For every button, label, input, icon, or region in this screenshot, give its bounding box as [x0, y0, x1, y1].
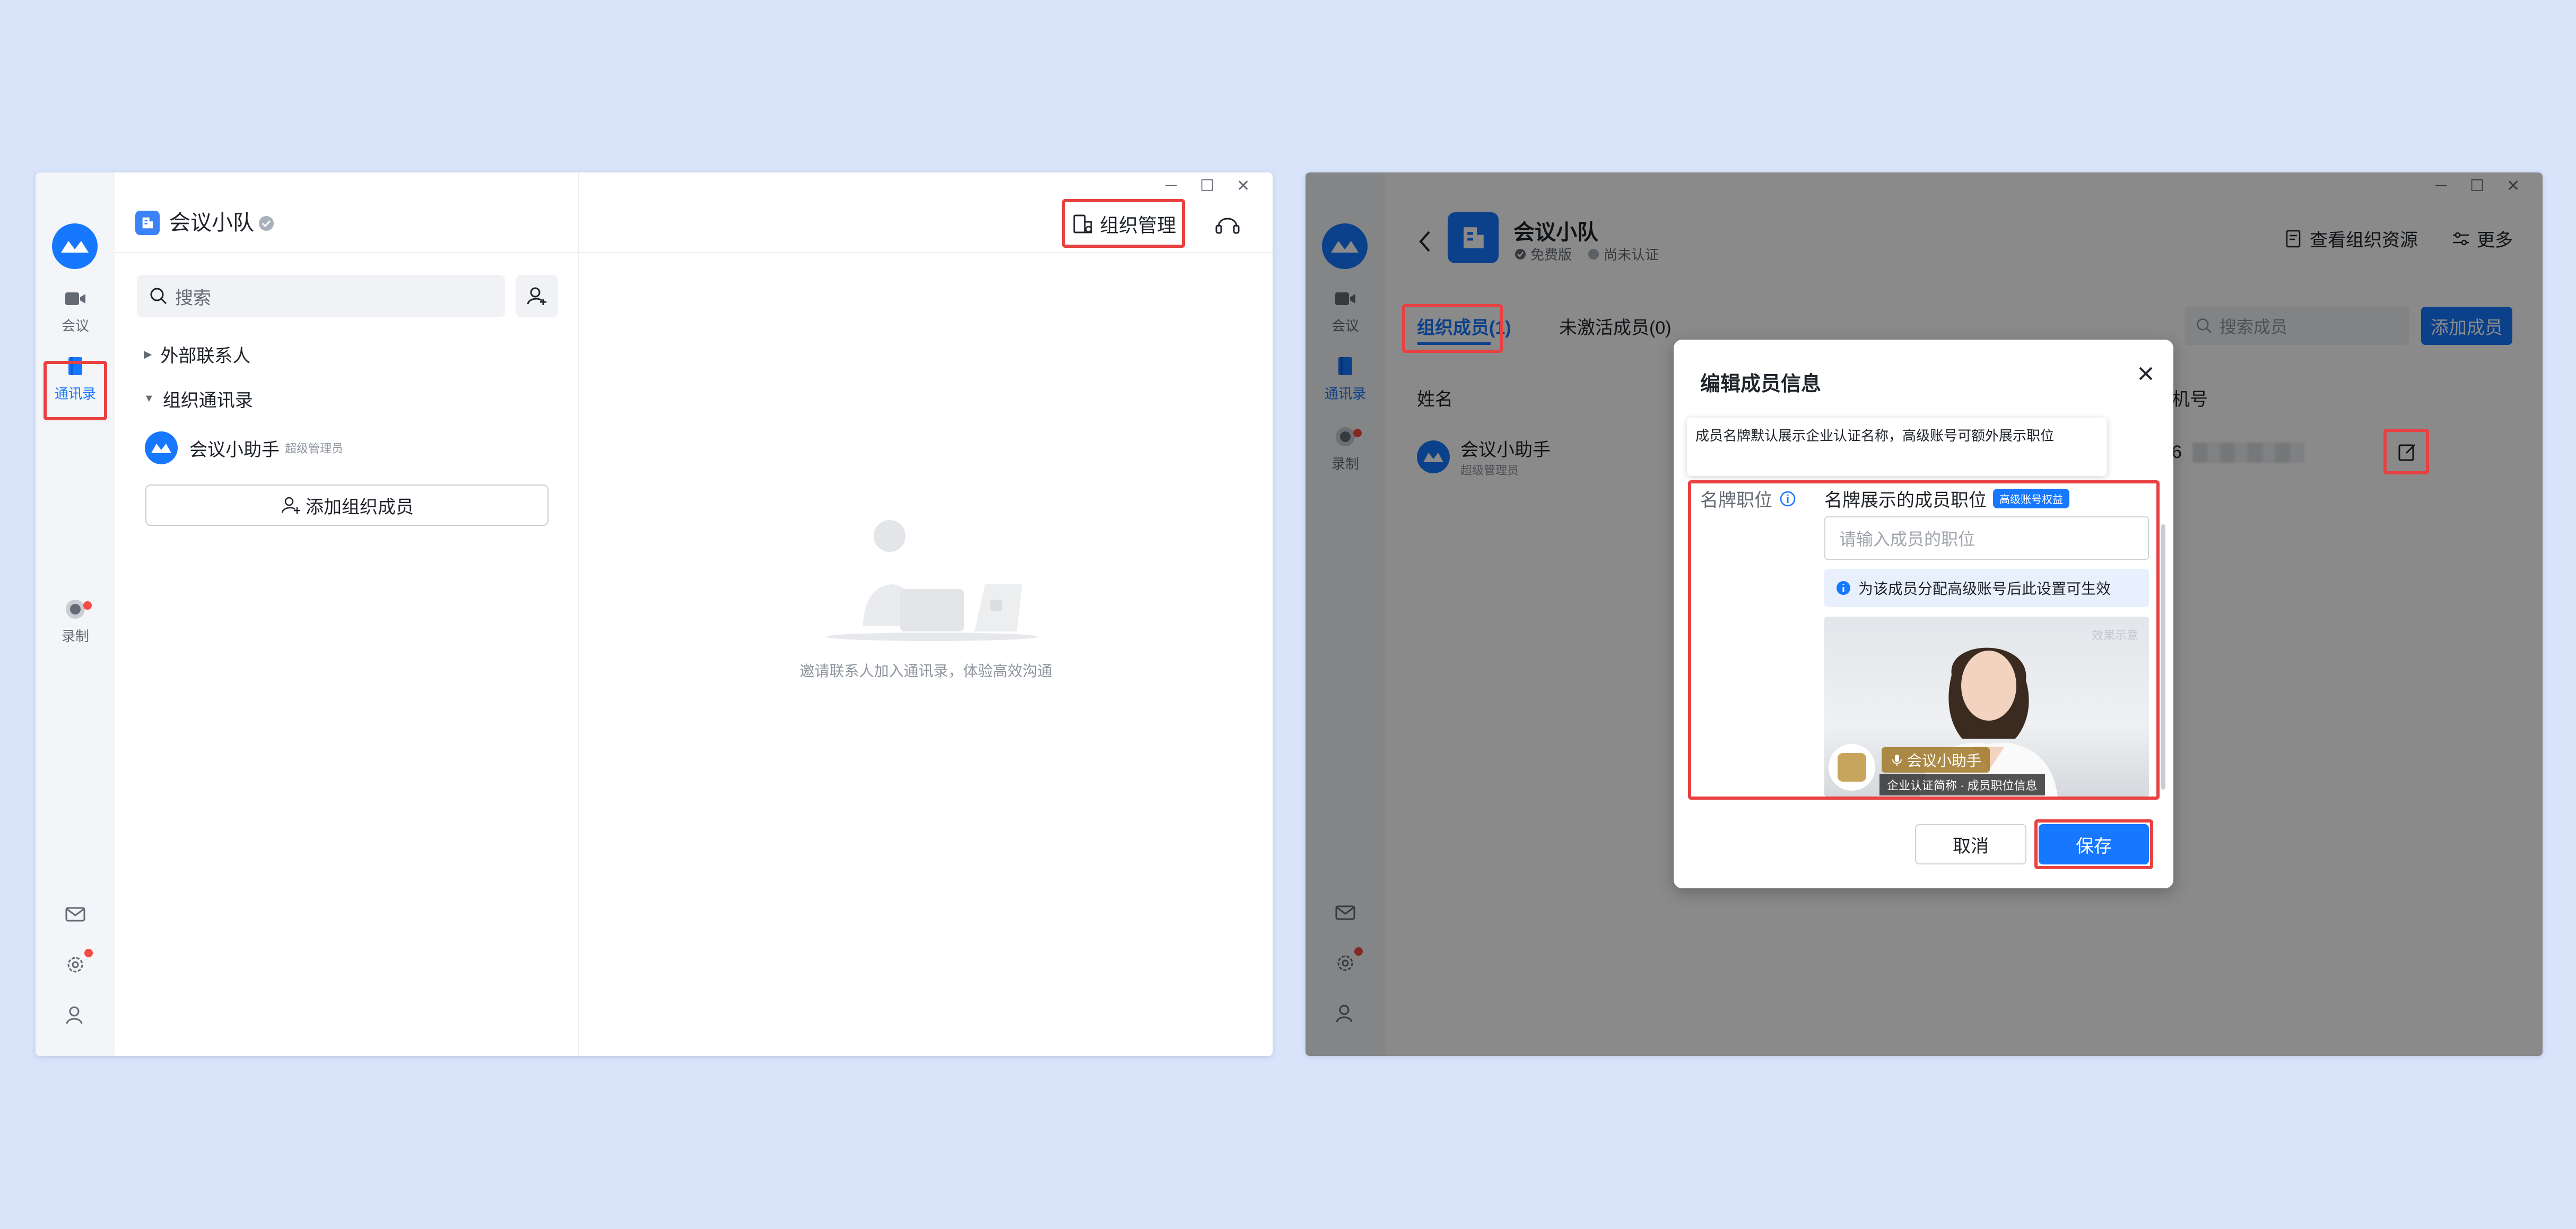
- org-badge-icon: [135, 211, 160, 235]
- info-banner-text: 为该成员分配高级账号后此设置可生效: [1858, 581, 2111, 597]
- empty-state-text: 邀请联系人加入通讯录，体验高效沟通: [799, 663, 1052, 679]
- preview-name: 会议小助手: [1907, 752, 1982, 769]
- mail-icon[interactable]: [59, 898, 91, 930]
- field-title: 名牌展示的成员职位 高级账号权益: [1824, 486, 2069, 512]
- contact-item[interactable]: 会议小助手 超级管理员: [145, 431, 343, 464]
- save-button[interactable]: 保存: [2039, 824, 2149, 864]
- info-filled-icon: [1837, 581, 1850, 595]
- notification-dot: [83, 601, 92, 610]
- add-org-member-button[interactable]: 添加组织成员: [145, 484, 549, 526]
- microphone-icon: [1892, 755, 1902, 766]
- add-contact-button[interactable]: [516, 275, 558, 317]
- position-placeholder: 请输入成员的职位: [1839, 530, 1975, 549]
- app-logo: [52, 223, 98, 269]
- info-banner: 为该成员分配高级账号后此设置可生效: [1824, 569, 2149, 607]
- add-org-member-label: 添加组织成员: [306, 497, 414, 517]
- rail-label-meeting: 会议: [61, 317, 89, 334]
- dialog-scrollbar[interactable]: [2161, 524, 2165, 790]
- rail-item-meeting[interactable]: 会议: [43, 281, 107, 340]
- add-person-icon: [527, 287, 546, 305]
- dialog-title: 编辑成员信息: [1700, 373, 1822, 395]
- minimize-icon[interactable]: ─: [1165, 177, 1177, 195]
- info-icon[interactable]: [1779, 490, 1797, 508]
- preview-name-tag: 会议小助手: [1882, 747, 1990, 773]
- org-card-logo: [1829, 744, 1875, 791]
- premium-badge: 高级账号权益: [1993, 489, 2069, 508]
- org-management-label: 组织管理: [1099, 214, 1176, 236]
- avatar: [145, 431, 178, 464]
- contacts-book-icon: [68, 357, 82, 375]
- search-placeholder: 搜索: [175, 288, 211, 308]
- nameplate-preview: 效果示意 会议小助手 企业认证简称 · 成员职位信息: [1824, 617, 2149, 797]
- caret-down-icon: ▼: [144, 393, 154, 404]
- rail-item-contacts[interactable]: 通讯录: [43, 349, 107, 408]
- tooltip: 成员名牌默认展示企业认证名称，高级账号可额外展示职位: [1687, 418, 2107, 476]
- close-icon[interactable]: ✕: [1237, 177, 1250, 195]
- tree-org-label: 组织通讯录: [162, 391, 253, 411]
- org-building-icon: [1073, 214, 1092, 233]
- add-person-icon: [281, 497, 300, 514]
- badge-title-label-text: 名牌职位: [1700, 490, 1772, 510]
- settings-notification-dot: [84, 949, 93, 957]
- search-input[interactable]: 搜索: [137, 275, 505, 317]
- cancel-button[interactable]: 取消: [1915, 824, 2026, 864]
- headset-icon[interactable]: [1213, 211, 1242, 239]
- caret-right-icon: ▶: [144, 349, 152, 360]
- position-input[interactable]: 请输入成员的职位: [1824, 516, 2149, 560]
- close-icon[interactable]: [2134, 362, 2157, 385]
- org-title: 会议小队: [169, 211, 254, 235]
- preview-watermark: 效果示意: [2091, 629, 2138, 642]
- contact-name: 会议小助手: [189, 439, 280, 460]
- org-management-button[interactable]: 组织管理: [1062, 201, 1185, 247]
- tree-org-contacts[interactable]: ▼ 组织通讯录: [144, 386, 253, 412]
- preview-sub: 企业认证简称 · 成员职位信息: [1879, 774, 2045, 795]
- nav-rail: 会议 通讯录 录制: [36, 172, 115, 1056]
- search-icon: [150, 288, 167, 305]
- tree-external-contacts[interactable]: ▶ 外部联系人: [144, 341, 250, 367]
- verified-badge-icon: [259, 216, 274, 231]
- video-camera-icon: [65, 292, 85, 305]
- contacts-window: 会议 通讯录 录制 会议小队 搜索 ▶ 外部联系人 ▼ 组织通讯录 会议小助手 …: [36, 172, 1273, 1056]
- rail-item-record[interactable]: 录制: [43, 592, 107, 650]
- tree-external-label: 外部联系人: [160, 346, 251, 366]
- edit-member-dialog: 编辑成员信息 名牌职位 名牌展示的成员职位 高级账号权益 请输入成员的职位 为该…: [1674, 340, 2173, 888]
- profile-icon[interactable]: [59, 999, 91, 1031]
- contact-role: 超级管理员: [285, 442, 344, 455]
- header-divider: [115, 252, 1273, 253]
- rail-label-contacts: 通讯录: [54, 385, 96, 402]
- empty-state-illustration: [826, 520, 1038, 641]
- rail-label-record: 录制: [61, 628, 89, 644]
- field-title-text: 名牌展示的成员职位: [1824, 490, 1987, 510]
- record-icon: [66, 599, 85, 619]
- maximize-icon[interactable]: ☐: [1200, 177, 1214, 195]
- badge-title-label: 名牌职位: [1700, 486, 1797, 512]
